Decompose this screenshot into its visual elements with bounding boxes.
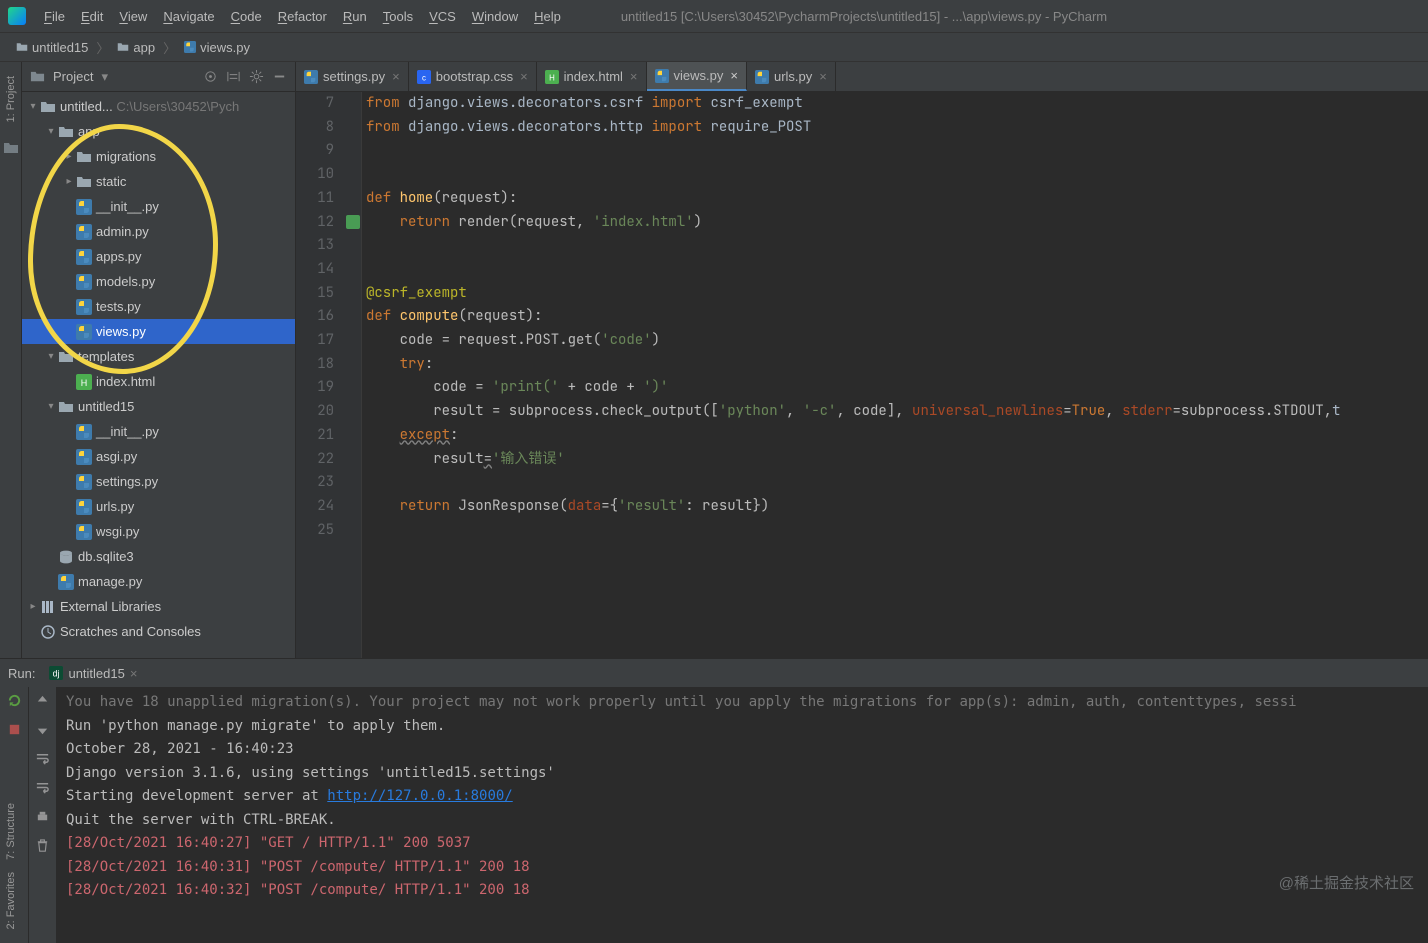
tree-manage-py[interactable]: manage.py (22, 569, 295, 594)
tab-settings-py[interactable]: settings.py× (296, 62, 409, 91)
wrap-icon[interactable] (35, 751, 50, 766)
project-icon (30, 69, 45, 84)
tree-__init__-py[interactable]: __init__.py (22, 194, 295, 219)
code-editor[interactable]: 78910111213141516171819202122232425 from… (296, 92, 1428, 658)
tree-untitled15[interactable]: ▾untitled15 (22, 394, 295, 419)
menu-run[interactable]: Run (335, 5, 375, 28)
wrap2-icon[interactable] (35, 780, 50, 795)
watermark: @稀土掘金技术社区 (1279, 872, 1414, 893)
run-toolbar-left2 (28, 687, 56, 943)
tab-views-py[interactable]: views.py× (647, 62, 747, 91)
editor-tabs: settings.py×bootstrap.css×index.html×vie… (296, 62, 1428, 92)
crumb-file[interactable]: views.py (180, 40, 254, 55)
run-tab[interactable]: untitled15 × (43, 664, 143, 683)
tree-views-py[interactable]: views.py (22, 319, 295, 344)
tab-urls-py[interactable]: urls.py× (747, 62, 836, 91)
crumb-project[interactable]: untitled15 (12, 40, 92, 55)
tree-static[interactable]: ▸static (22, 169, 295, 194)
tree-models-py[interactable]: models.py (22, 269, 295, 294)
tab-bootstrap-css[interactable]: bootstrap.css× (409, 62, 537, 91)
down-icon[interactable] (35, 722, 50, 737)
run-header: Run: untitled15 × (0, 659, 1428, 687)
tree-settings-py[interactable]: settings.py (22, 469, 295, 494)
trash-icon[interactable] (35, 838, 50, 853)
menu-tools[interactable]: Tools (375, 5, 421, 28)
tree-admin-py[interactable]: admin.py (22, 219, 295, 244)
tree-external-libraries[interactable]: ▸External Libraries (22, 594, 295, 619)
print-icon[interactable] (35, 809, 50, 824)
structure-tool-button[interactable]: 7: Structure (5, 797, 17, 866)
console-output[interactable]: You have 18 unapplied migration(s). Your… (56, 687, 1428, 943)
chevron-icon: 〉 (159, 38, 180, 57)
menu-bar: FileEditViewNavigateCodeRefactorRunTools… (0, 0, 1428, 32)
tree-app[interactable]: ▾app (22, 119, 295, 144)
menu-vcs[interactable]: VCS (421, 5, 464, 28)
menu-window[interactable]: Window (464, 5, 526, 28)
tree-db-sqlite3[interactable]: db.sqlite3 (22, 544, 295, 569)
left-tool-strip-bottom: 7: Structure 2: Favorites (0, 743, 22, 943)
stop-icon[interactable] (7, 722, 22, 737)
rerun-icon[interactable] (7, 693, 22, 708)
editor-area: settings.py×bootstrap.css×index.html×vie… (296, 62, 1428, 658)
tree-urls-py[interactable]: urls.py (22, 494, 295, 519)
favorites-tool-button[interactable]: 2: Favorites (5, 866, 17, 935)
tree-__init__-py[interactable]: __init__.py (22, 419, 295, 444)
close-icon[interactable]: × (628, 69, 638, 84)
tree-scratches-and-consoles[interactable]: Scratches and Consoles (22, 619, 295, 644)
tab-index-html[interactable]: index.html× (537, 62, 647, 91)
menu-help[interactable]: Help (526, 5, 569, 28)
run-panel: Run: untitled15 × You have 18 unapplied … (0, 658, 1428, 943)
close-icon[interactable]: × (390, 69, 400, 84)
close-icon[interactable]: × (518, 69, 528, 84)
project-sidebar: Project ▾ ▾untitled... C:\Users\30452\Py… (22, 62, 296, 658)
crumb-app[interactable]: app (113, 40, 159, 55)
sidebar-title: Project (53, 69, 93, 84)
collapse-icon[interactable] (226, 69, 241, 84)
menu-refactor[interactable]: Refactor (270, 5, 335, 28)
menu-file[interactable]: File (36, 5, 73, 28)
tree-tests-py[interactable]: tests.py (22, 294, 295, 319)
menu-view[interactable]: View (111, 5, 155, 28)
tree-apps-py[interactable]: apps.py (22, 244, 295, 269)
locate-icon[interactable] (203, 69, 218, 84)
menu-code[interactable]: Code (223, 5, 270, 28)
close-icon[interactable]: × (130, 666, 138, 681)
tree-index-html[interactable]: index.html (22, 369, 295, 394)
tree-untitled-[interactable]: ▾untitled... C:\Users\30452\Pych (22, 94, 295, 119)
left-tool-strip: 1: Project (0, 62, 22, 658)
breadcrumb-bar: untitled15 〉 app 〉 views.py (0, 32, 1428, 62)
tree-templates[interactable]: ▾templates (22, 344, 295, 369)
gear-icon[interactable] (249, 69, 264, 84)
menu-edit[interactable]: Edit (73, 5, 111, 28)
run-label: Run: (8, 666, 35, 681)
app-icon (8, 7, 26, 25)
project-tool-button[interactable]: 1: Project (5, 70, 17, 128)
hide-icon[interactable] (272, 69, 287, 84)
chevron-icon: 〉 (92, 38, 113, 57)
tree-migrations[interactable]: ▸migrations (22, 144, 295, 169)
up-icon[interactable] (35, 693, 50, 708)
sidebar-header: Project ▾ (22, 62, 295, 92)
menu-navigate[interactable]: Navigate (155, 5, 222, 28)
tree-asgi-py[interactable]: asgi.py (22, 444, 295, 469)
window-title: untitled15 [C:\Users\30452\PycharmProjec… (621, 9, 1107, 24)
close-icon[interactable]: × (817, 69, 827, 84)
tree-wsgi-py[interactable]: wsgi.py (22, 519, 295, 544)
close-icon[interactable]: × (728, 68, 738, 83)
